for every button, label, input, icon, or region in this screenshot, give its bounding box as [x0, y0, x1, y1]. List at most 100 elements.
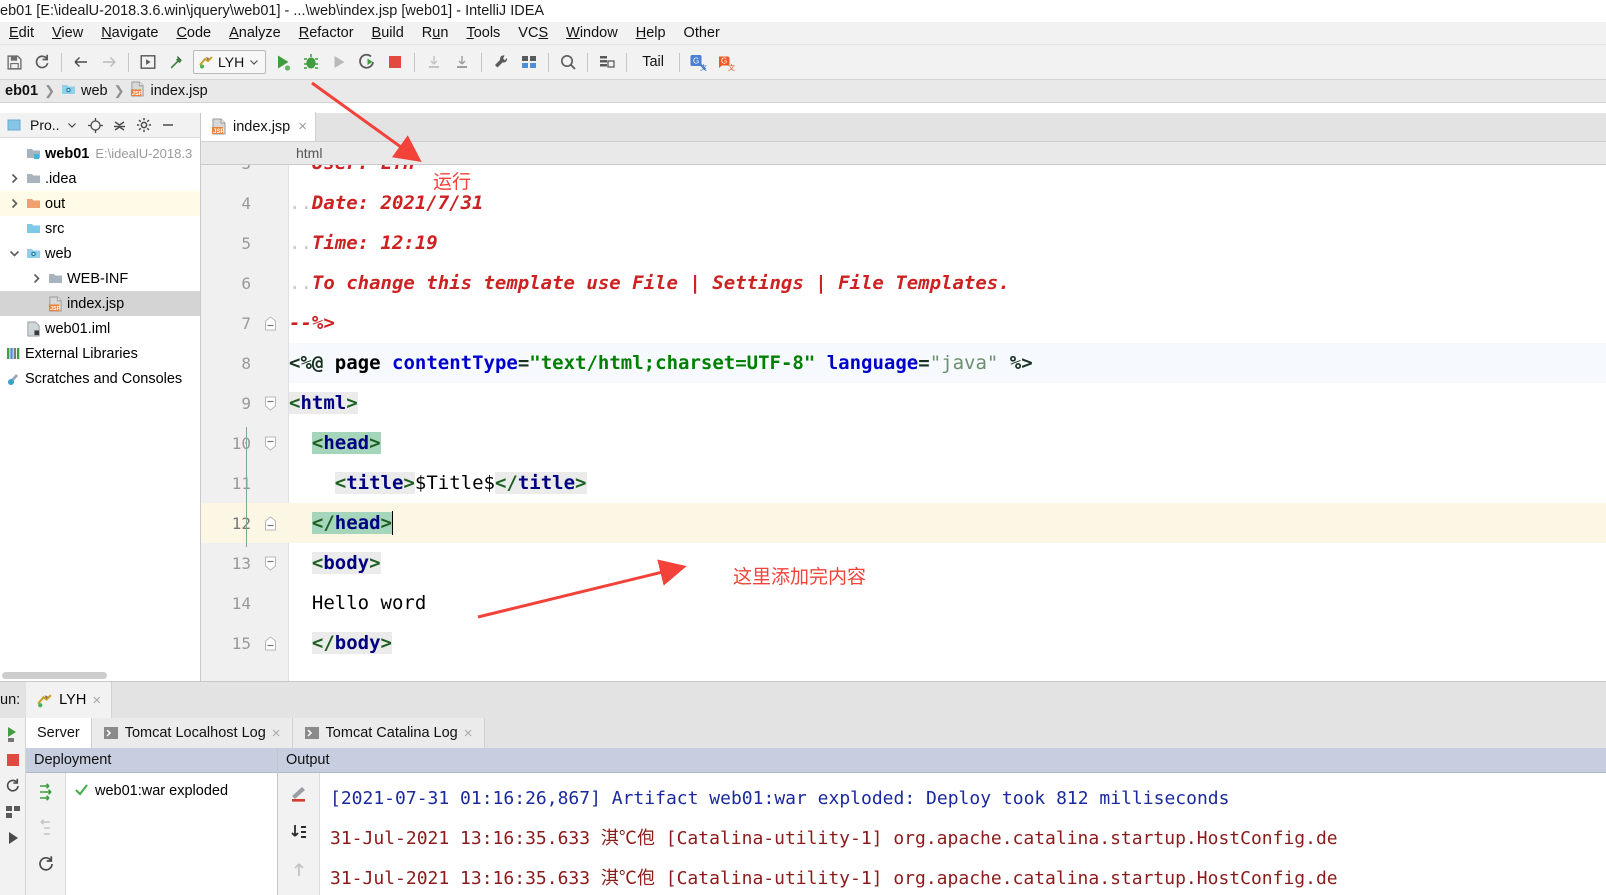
chevron-right-icon[interactable]	[6, 173, 22, 184]
build-hammer-icon[interactable]	[162, 48, 190, 76]
hide-panel-icon[interactable]	[156, 114, 180, 136]
menu-item-help[interactable]: Help	[627, 22, 675, 45]
fold-expanded-icon[interactable]	[257, 556, 283, 571]
step-out-icon[interactable]	[420, 48, 448, 76]
database-icon[interactable]	[593, 48, 621, 76]
gutter-line-8[interactable]: 8	[201, 343, 289, 383]
editor-gutter[interactable]: 3 4 5 6 7 8 9 10 11 12 13 14 15	[201, 165, 289, 681]
soft-wrap-icon[interactable]	[286, 781, 312, 807]
fold-expanded-icon[interactable]	[257, 436, 283, 451]
thread-dump-icon[interactable]	[1, 826, 25, 850]
close-icon[interactable]: ×	[272, 725, 281, 742]
menu-item-refactor[interactable]: Refactor	[290, 22, 363, 45]
gutter-line-6[interactable]: 6	[201, 263, 289, 303]
tail-button[interactable]: Tail	[632, 54, 674, 70]
restart-server-icon[interactable]	[1, 774, 25, 798]
fold-end-icon[interactable]	[257, 315, 283, 331]
project-view-icon[interactable]	[2, 114, 26, 136]
breadcrumb-item-web[interactable]: web	[56, 82, 113, 101]
close-icon[interactable]: ×	[298, 118, 307, 135]
project-horizontal-scrollbar[interactable]	[0, 670, 200, 681]
menu-item-tools[interactable]: Tools	[457, 22, 509, 45]
layout-icon[interactable]	[1, 800, 25, 824]
gutter-line-11[interactable]: 11	[201, 463, 289, 503]
sync-icon[interactable]	[28, 48, 56, 76]
translate-blue-icon[interactable]: G文	[685, 48, 713, 76]
gutter-line-13[interactable]: 13	[201, 543, 289, 583]
breadcrumb-item-index-jsp[interactable]: JSP index.jsp	[125, 81, 212, 101]
gutter-line-7[interactable]: 7	[201, 303, 289, 343]
gutter-line-9[interactable]: 9	[201, 383, 289, 423]
chevron-down-icon[interactable]	[60, 114, 84, 136]
save-all-icon[interactable]	[0, 48, 28, 76]
locate-icon[interactable]	[84, 114, 108, 136]
tree-item-web[interactable]: web	[0, 241, 200, 266]
menu-item-vcs[interactable]: VCS	[509, 22, 557, 45]
menu-item-navigate[interactable]: Navigate	[92, 22, 167, 45]
gutter-line-14[interactable]: 14	[201, 583, 289, 623]
editor-tab-index-jsp[interactable]: JSP index.jsp ×	[201, 112, 316, 141]
close-icon[interactable]: ×	[92, 692, 101, 709]
gear-icon[interactable]	[132, 114, 156, 136]
gutter-line-15[interactable]: 15	[201, 623, 289, 663]
translate-orange-icon[interactable]: G文	[713, 48, 741, 76]
menu-item-build[interactable]: Build	[363, 22, 413, 45]
run-button[interactable]	[269, 48, 297, 76]
run-gray-icon[interactable]	[325, 48, 353, 76]
chevron-right-icon[interactable]	[28, 273, 44, 284]
breadcrumb-item-eb01[interactable]: eb01	[0, 83, 43, 99]
run-anything-icon[interactable]	[134, 48, 162, 76]
menu-item-code[interactable]: Code	[167, 22, 220, 45]
output-log[interactable]: [2021-07-31 01:16:26,867] Artifact web01…	[320, 773, 1606, 895]
layout-icon[interactable]	[515, 48, 543, 76]
back-icon[interactable]	[67, 48, 95, 76]
debug-button[interactable]	[297, 48, 325, 76]
close-icon[interactable]: ×	[464, 725, 473, 742]
scroll-to-end-icon[interactable]	[286, 819, 312, 845]
run-coverage-icon[interactable]	[353, 48, 381, 76]
rerun-icon[interactable]	[1, 722, 25, 746]
tree-item-src[interactable]: src	[0, 216, 200, 241]
gutter-line-4[interactable]: 4	[201, 183, 289, 223]
code-editor[interactable]: 3 4 5 6 7 8 9 10 11 12 13 14 15 User: LYH ..Date: 20…	[201, 165, 1606, 681]
chevron-right-icon[interactable]	[6, 198, 22, 209]
collapse-all-icon[interactable]	[108, 114, 132, 136]
tree-item-external-libraries[interactable]: External Libraries	[0, 341, 200, 366]
tree-item-index-jsp[interactable]: JSP index.jsp	[0, 291, 200, 316]
undeploy-icon[interactable]	[33, 815, 59, 841]
menu-item-analyze[interactable]: Analyze	[220, 22, 290, 45]
stop-icon[interactable]	[1, 748, 25, 772]
menu-item-view[interactable]: View	[43, 22, 92, 45]
wrench-icon[interactable]	[487, 48, 515, 76]
tree-item-web01-iml[interactable]: web01.iml	[0, 316, 200, 341]
menu-item-edit[interactable]: Edit	[0, 22, 43, 45]
stop-button[interactable]	[381, 48, 409, 76]
subtab-server[interactable]: Server	[26, 718, 92, 748]
gutter-line-12[interactable]: 12	[201, 503, 289, 543]
search-icon[interactable]	[554, 48, 582, 76]
chevron-down-icon[interactable]	[6, 248, 22, 259]
forward-icon[interactable]	[95, 48, 123, 76]
menu-item-run[interactable]: Run	[413, 22, 458, 45]
tree-item-scratches-and-consoles[interactable]: Scratches and Consoles	[0, 366, 200, 391]
tree-item-web-inf[interactable]: WEB-INF	[0, 266, 200, 291]
run-tab-lyh[interactable]: LYH ×	[26, 681, 113, 719]
gutter-line-3[interactable]: 3	[201, 165, 289, 183]
fold-expanded-icon[interactable]	[257, 396, 283, 411]
menu-item-other[interactable]: Other	[675, 22, 729, 45]
breadcrumb-html[interactable]: html	[201, 145, 322, 161]
fold-end-icon[interactable]	[257, 515, 283, 531]
up-icon[interactable]	[286, 857, 312, 883]
menu-item-window[interactable]: Window	[557, 22, 627, 45]
tree-item-out[interactable]: out	[0, 191, 200, 216]
deploy-icon[interactable]	[33, 779, 59, 805]
tree-item-web01[interactable]: web01 E:\idealU-2018.3	[0, 141, 200, 166]
gutter-line-10[interactable]: 10	[201, 423, 289, 463]
run-configuration-selector[interactable]: LYH	[193, 50, 267, 74]
subtab-tomcat-catalina-log[interactable]: Tomcat Catalina Log ×	[292, 718, 485, 748]
gutter-line-5[interactable]: 5	[201, 223, 289, 263]
subtab-tomcat-localhost-log[interactable]: Tomcat Localhost Log ×	[91, 718, 293, 748]
step-into-icon[interactable]	[448, 48, 476, 76]
redeploy-icon[interactable]	[33, 851, 59, 877]
fold-end-icon[interactable]	[257, 635, 283, 651]
